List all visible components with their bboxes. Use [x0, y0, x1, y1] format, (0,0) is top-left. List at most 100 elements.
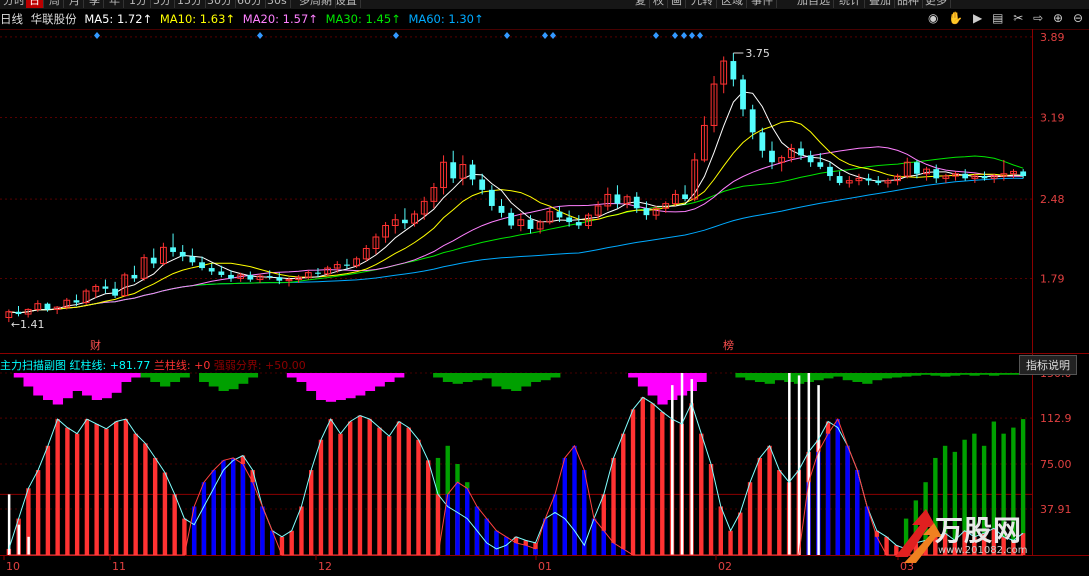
white-bar [807, 373, 811, 555]
red-bar [747, 482, 753, 555]
green-top-block [959, 373, 970, 375]
candle-body [247, 274, 254, 280]
green-top-block [930, 373, 941, 376]
boundary-value: 强弱分界: +50.00 [213, 359, 306, 372]
magenta-block [335, 373, 346, 400]
candle-body [402, 219, 408, 224]
ma20-line [8, 146, 1024, 314]
blue-line-value: 兰柱线: +0 [153, 359, 211, 372]
red-bar [387, 436, 392, 555]
red-bar [416, 439, 421, 555]
green-top-block [774, 373, 785, 381]
candle-body [179, 251, 186, 257]
candle-body [556, 211, 563, 218]
blue-bar [562, 457, 567, 555]
magenta-block [43, 373, 54, 400]
x-axis-label: 12 [318, 560, 332, 573]
signal-diamond [689, 32, 695, 39]
x-axis-label: 10 [6, 560, 20, 573]
red-bar [406, 427, 411, 555]
stock-chart-window: { "toolbar": { "left": [ {"label":"分时","… [0, 0, 1089, 576]
candle-body [566, 217, 573, 223]
candle-body [150, 257, 157, 264]
candle-body [633, 196, 640, 209]
green-top-block [940, 373, 951, 377]
green-top-block [998, 373, 1009, 375]
magenta-block [13, 373, 25, 378]
blue-bar [211, 470, 216, 555]
price-chart[interactable]: 3.893.192.481.793.75←1.41财榜150.0112.975.… [0, 0, 1089, 576]
green-top-block [949, 373, 961, 376]
green-top-block [511, 373, 522, 391]
green-top-block [735, 373, 746, 378]
candle-body [769, 150, 775, 163]
signal-diamond [550, 32, 556, 39]
candle-body [933, 169, 940, 179]
red-bar [162, 472, 168, 555]
green-top-block [871, 373, 883, 381]
event-marker: 榜 [723, 338, 734, 352]
magenta-block [345, 373, 356, 399]
green-top-block [179, 373, 190, 378]
x-axis-label: 01 [538, 560, 552, 573]
red-bar [630, 409, 636, 555]
green-top-block [520, 373, 532, 387]
blue-bar [845, 445, 850, 555]
signal-diamond [697, 32, 703, 39]
green-top-block [462, 373, 473, 382]
candle-body [15, 311, 22, 315]
indicator-help-button[interactable]: 指标说明 [1019, 355, 1077, 375]
blue-bar [513, 542, 519, 555]
red-bar [84, 419, 90, 555]
red-bar [650, 403, 655, 555]
candle-body [266, 276, 273, 278]
red-bar [152, 457, 158, 555]
magenta-block [394, 373, 405, 378]
green-top-block [150, 373, 161, 382]
red-bar [133, 433, 138, 555]
indicator-name[interactable]: 主力扫描副图 [0, 359, 66, 372]
green-top-block [247, 373, 259, 378]
top-border [0, 29, 1089, 30]
red-bar [104, 428, 109, 555]
candle-body [730, 61, 737, 80]
red-envelope-line [8, 396, 1024, 550]
magenta-block [657, 373, 668, 405]
signal-diamond [653, 32, 659, 39]
green-top-block [910, 373, 922, 376]
green-top-block [852, 373, 863, 382]
signal-diamond [393, 32, 399, 39]
price-axis-label: 1.79 [1040, 272, 1065, 285]
candle-body [798, 148, 804, 156]
candle-body [112, 288, 118, 296]
price-axis-label: 3.19 [1040, 111, 1065, 124]
blue-bar [572, 445, 577, 555]
price-axis-label: 3.89 [1040, 31, 1065, 44]
magenta-block [130, 373, 142, 378]
candle-body [875, 180, 882, 183]
red-line-value: 红柱线: +81.77 [69, 359, 151, 372]
red-bar [55, 419, 60, 555]
green-top-block [433, 373, 444, 378]
blue-bar [465, 488, 470, 555]
red-bar [35, 470, 41, 555]
green-top-block [208, 373, 220, 387]
red-bar [309, 470, 314, 555]
x-axis-label: 02 [718, 560, 732, 573]
green-top-block [979, 373, 990, 375]
white-bar [680, 373, 684, 555]
green-top-block [442, 373, 454, 382]
green-top-block [540, 373, 551, 381]
candle-body [508, 212, 515, 226]
magenta-block [82, 373, 93, 396]
magenta-block [52, 373, 64, 405]
candle-body [759, 132, 766, 151]
red-bar [65, 427, 70, 555]
price-axis-label: 2.48 [1040, 193, 1065, 206]
red-bar [757, 457, 763, 555]
divider [0, 353, 1089, 354]
green-top-block [764, 373, 775, 384]
red-bar [299, 506, 304, 555]
candle-body [469, 164, 476, 180]
candle-body [44, 303, 51, 310]
